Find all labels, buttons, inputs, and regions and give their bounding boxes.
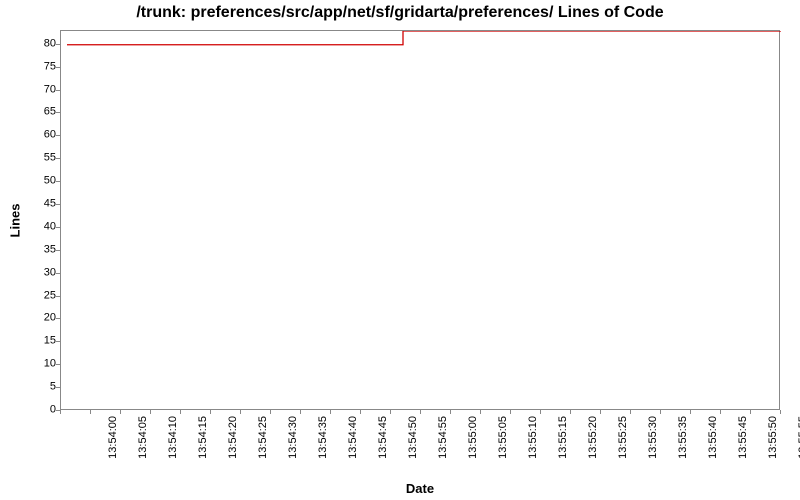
x-tick-label: 13:54:10: [167, 416, 179, 459]
y-tick: [56, 181, 60, 182]
x-tick-label: 13:54:55: [437, 416, 449, 459]
x-tick: [420, 410, 421, 414]
line-layer: [61, 31, 781, 411]
y-tick-label: 15: [16, 336, 56, 347]
x-tick-label: 13:55:30: [647, 416, 659, 459]
y-tick-label: 5: [16, 382, 56, 393]
x-tick: [750, 410, 751, 414]
y-tick: [56, 204, 60, 205]
plot-area: [60, 30, 780, 410]
y-tick-label: 30: [16, 267, 56, 278]
x-tick-label: 13:54:30: [287, 416, 299, 459]
x-tick-label: 13:55:40: [707, 416, 719, 459]
y-tick: [56, 112, 60, 113]
x-tick-label: 13:55:20: [587, 416, 599, 459]
y-tick-label: 0: [16, 405, 56, 416]
loc-chart: /trunk: preferences/src/app/net/sf/grida…: [0, 0, 800, 500]
chart-title: /trunk: preferences/src/app/net/sf/grida…: [0, 4, 800, 22]
x-tick: [450, 410, 451, 414]
x-tick: [570, 410, 571, 414]
y-tick: [56, 250, 60, 251]
x-tick: [780, 410, 781, 414]
x-tick-label: 13:54:35: [317, 416, 329, 459]
x-tick-label: 13:54:00: [107, 416, 119, 459]
x-tick: [510, 410, 511, 414]
x-tick: [180, 410, 181, 414]
x-tick: [300, 410, 301, 414]
y-tick: [56, 227, 60, 228]
y-tick: [56, 318, 60, 319]
y-tick: [56, 158, 60, 159]
y-tick-label: 45: [16, 198, 56, 209]
x-tick-label: 13:54:45: [377, 416, 389, 459]
y-tick: [56, 90, 60, 91]
x-tick: [330, 410, 331, 414]
x-tick: [360, 410, 361, 414]
x-tick-label: 13:54:25: [257, 416, 269, 459]
x-tick-label: 13:55:35: [677, 416, 689, 459]
x-tick-label: 13:54:20: [227, 416, 239, 459]
x-tick: [480, 410, 481, 414]
y-tick-label: 40: [16, 221, 56, 232]
y-tick-label: 65: [16, 107, 56, 118]
x-tick: [60, 410, 61, 414]
y-tick: [56, 135, 60, 136]
y-tick-label: 50: [16, 176, 56, 187]
x-tick-label: 13:54:50: [407, 416, 419, 459]
x-tick: [720, 410, 721, 414]
y-tick: [56, 341, 60, 342]
x-tick-label: 13:54:15: [197, 416, 209, 459]
y-tick: [56, 296, 60, 297]
x-tick-label: 13:55:25: [617, 416, 629, 459]
y-tick: [56, 44, 60, 45]
x-tick: [690, 410, 691, 414]
x-tick: [120, 410, 121, 414]
x-tick-label: 13:55:00: [467, 416, 479, 459]
x-tick: [270, 410, 271, 414]
x-tick: [600, 410, 601, 414]
series-line: [67, 31, 781, 45]
x-tick: [90, 410, 91, 414]
x-tick: [630, 410, 631, 414]
y-tick-label: 20: [16, 313, 56, 324]
y-tick: [56, 273, 60, 274]
y-tick-label: 35: [16, 244, 56, 255]
y-tick-label: 75: [16, 61, 56, 72]
x-tick: [660, 410, 661, 414]
x-axis-label: Date: [60, 481, 780, 496]
y-tick-label: 10: [16, 359, 56, 370]
x-tick-label: 13:55:15: [557, 416, 569, 459]
y-tick: [56, 387, 60, 388]
y-tick: [56, 364, 60, 365]
y-tick-label: 60: [16, 130, 56, 141]
y-tick-label: 25: [16, 290, 56, 301]
x-tick: [240, 410, 241, 414]
x-tick-label: 13:54:40: [347, 416, 359, 459]
x-tick-label: 13:55:50: [767, 416, 779, 459]
y-tick-label: 55: [16, 153, 56, 164]
x-tick-label: 13:55:45: [737, 416, 749, 459]
x-tick: [540, 410, 541, 414]
x-tick: [390, 410, 391, 414]
y-tick-label: 80: [16, 38, 56, 49]
x-tick: [210, 410, 211, 414]
x-tick-label: 13:55:05: [497, 416, 509, 459]
y-tick: [56, 67, 60, 68]
x-tick: [150, 410, 151, 414]
x-tick-label: 13:54:05: [137, 416, 149, 459]
x-tick-label: 13:55:10: [527, 416, 539, 459]
y-tick-label: 70: [16, 84, 56, 95]
